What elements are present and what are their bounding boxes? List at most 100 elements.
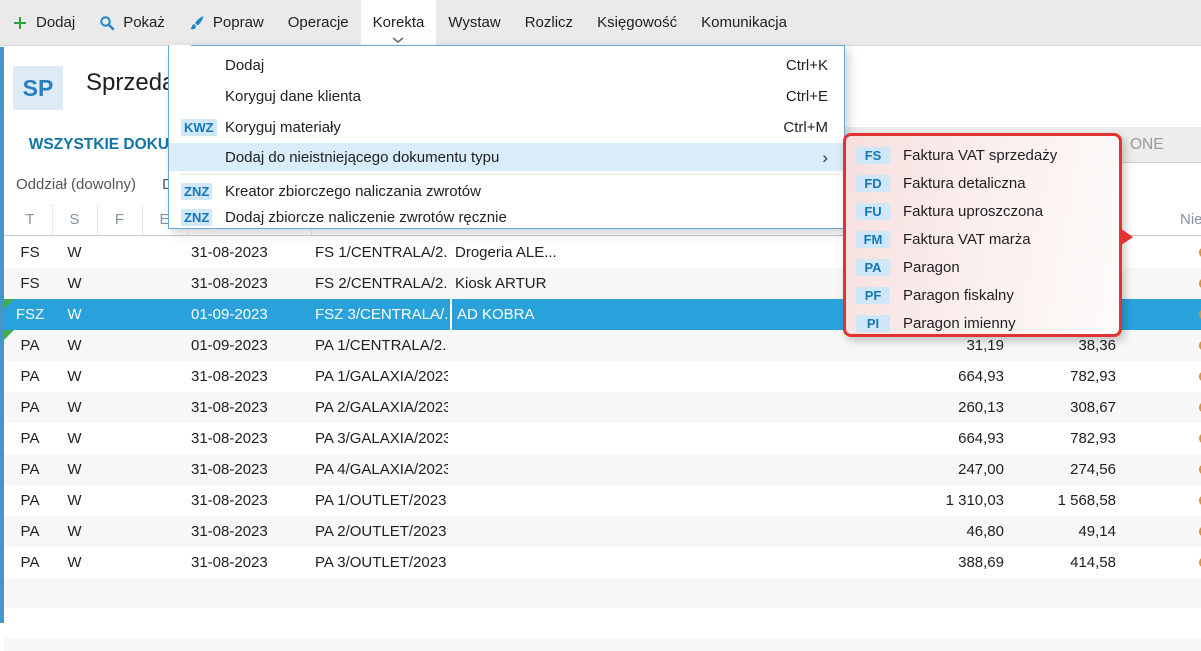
column-header-f[interactable]: F bbox=[97, 205, 143, 235]
cell-t: PA bbox=[20, 368, 40, 385]
cell-numer: PA 1/CENTRALA/2... bbox=[315, 337, 448, 354]
menubar-item-korekta[interactable]: Korekta bbox=[360, 0, 437, 45]
menu-item-koryguj-dane-klienta[interactable]: Koryguj dane klienta Ctrl+E bbox=[169, 81, 844, 112]
cell-numer: PA 4/GALAXIA/2023 bbox=[315, 461, 448, 478]
cell-date: 31-08-2023 bbox=[191, 399, 268, 416]
cell-t: FS bbox=[20, 275, 40, 292]
menubar-item-operacje[interactable]: Operacje bbox=[276, 0, 361, 45]
column-header-nie-partial[interactable]: Nie bbox=[1180, 205, 1201, 235]
document-type-badge: ZNZ bbox=[181, 208, 213, 226]
module-badge: SP bbox=[13, 66, 63, 110]
cell-t: PA bbox=[20, 461, 40, 478]
submenu-item-paragon[interactable]: PA Paragon bbox=[846, 253, 1119, 281]
empty-row-stripe bbox=[4, 638, 1201, 651]
menu-item-gutter: KWZ bbox=[181, 119, 225, 136]
submenu-item-paragon-imienny[interactable]: PI Paragon imienny bbox=[846, 309, 1119, 337]
menubar-item-popraw[interactable]: Popraw bbox=[177, 0, 276, 45]
cell-s: W bbox=[67, 554, 82, 571]
document-type-submenu: FS Faktura VAT sprzedaży FD Faktura detalic… bbox=[843, 133, 1133, 337]
cell-netto: 260,13 bbox=[958, 399, 1004, 416]
cell-kontrahent: Drogeria ALE... bbox=[455, 244, 557, 261]
menubar-item-ksi-gowo[interactable]: Księgowość bbox=[585, 0, 689, 45]
cell-date: 31-08-2023 bbox=[191, 554, 268, 571]
menubar-item-rozlicz[interactable]: Rozlicz bbox=[513, 0, 585, 45]
column-header-t[interactable]: T bbox=[8, 205, 53, 235]
document-type-badge: PF bbox=[856, 286, 890, 304]
menu-item-dodaj-do-nieistniej-cego-dokumentu-typu[interactable]: Dodaj do nieistniejącego dokumentu typu › bbox=[169, 143, 844, 171]
table-row[interactable]: PA W 31-08-2023 PA 3/OUTLET/2023 388,69 414,5… bbox=[4, 547, 1201, 578]
cell-date: 01-09-2023 bbox=[191, 337, 268, 354]
cell-numer: FS 1/CENTRALA/2... bbox=[315, 244, 448, 261]
cell-numer: PA 2/OUTLET/2023 bbox=[315, 523, 447, 540]
menubar-item-komunikacja[interactable]: Komunikacja bbox=[689, 0, 799, 45]
submenu-item-label: Paragon bbox=[903, 258, 960, 276]
menu-item-label: Dodaj zbiorcze naliczenie zwrotów ręczni… bbox=[225, 208, 507, 226]
cell-numer: PA 3/GALAXIA/2023 bbox=[315, 430, 448, 447]
submenu-item-faktura-uproszczona[interactable]: FU Faktura uproszczona bbox=[846, 197, 1119, 225]
submenu-item-faktura-vat-sprzeda-y[interactable]: FS Faktura VAT sprzedaży bbox=[846, 141, 1119, 169]
cell-s: W bbox=[67, 523, 82, 540]
table-row[interactable]: PA W 31-08-2023 PA 1/GALAXIA/2023 664,93 782,… bbox=[4, 361, 1201, 392]
menu-item-label: Kreator zbiorczego naliczania zwrotów bbox=[225, 182, 481, 200]
cell-s: W bbox=[67, 337, 82, 354]
table-row[interactable]: PA W 31-08-2023 PA 3/GALAXIA/2023 664,93 782,… bbox=[4, 423, 1201, 454]
submenu-item-label: Faktura VAT sprzedaży bbox=[903, 146, 1058, 164]
cell-numer: PA 2/GALAXIA/2023 bbox=[315, 399, 448, 416]
menubar: Dodaj Pokaż Popraw Operacje Korekta Wystaw Roz… bbox=[0, 0, 1201, 46]
menubar-item-poka[interactable]: Pokaż bbox=[87, 0, 177, 45]
cell-t: PA bbox=[20, 554, 40, 571]
document-type-badge: FU bbox=[856, 202, 890, 220]
submenu-item-paragon-fiskalny[interactable]: PF Paragon fiskalny bbox=[846, 281, 1119, 309]
cell-netto: 247,00 bbox=[958, 461, 1004, 478]
menu-item-dodaj-zbiorcze-naliczenie-zwrot-w-r-cznie[interactable]: ZNZ Dodaj zbiorcze naliczenie zwrotów ręc… bbox=[169, 204, 844, 230]
submenu-item-label: Paragon imienny bbox=[903, 314, 1016, 332]
cell-s: W bbox=[67, 306, 82, 323]
menu-item-label: Koryguj materiały bbox=[225, 119, 341, 136]
cell-s: W bbox=[67, 244, 82, 261]
cell-numer: PA 1/GALAXIA/2023 bbox=[315, 368, 448, 385]
menubar-item-wystaw[interactable]: Wystaw bbox=[436, 0, 512, 45]
cell-netto: 1 310,03 bbox=[945, 492, 1004, 509]
empty-row-stripe bbox=[4, 578, 1201, 608]
cell-s: W bbox=[67, 461, 82, 478]
menubar-item-label: Dodaj bbox=[36, 14, 76, 31]
menu-item-gutter: ZNZ bbox=[181, 208, 225, 226]
cell-brutto: 414,58 bbox=[1070, 554, 1116, 571]
brush-icon bbox=[189, 15, 205, 31]
menubar-item-label: Operacje bbox=[287, 14, 349, 31]
menu-item-dodaj[interactable]: Dodaj Ctrl+K bbox=[169, 50, 844, 81]
new-document-marker-icon bbox=[4, 330, 14, 340]
cell-date: 31-08-2023 bbox=[191, 368, 268, 385]
chevron-down-icon bbox=[392, 37, 404, 43]
cell-s: W bbox=[67, 399, 82, 416]
document-type-badge: PI bbox=[856, 314, 890, 332]
menu-item-koryguj-materia-y[interactable]: KWZ Koryguj materiały Ctrl+M bbox=[169, 112, 844, 143]
menubar-item-label: Wystaw bbox=[448, 14, 501, 31]
tab-fragment-right[interactable]: ONE bbox=[1130, 127, 1164, 162]
table-row[interactable]: PA W 31-08-2023 PA 2/GALAXIA/2023 260,13 308,… bbox=[4, 392, 1201, 423]
menu-item-kreator-zbiorczego-naliczania-zwrot-w[interactable]: ZNZ Kreator zbiorczego naliczania zwrotów bbox=[169, 178, 844, 204]
table-row[interactable]: PA W 31-08-2023 PA 2/OUTLET/2023 46,80 49,14 bbox=[4, 516, 1201, 547]
column-header-s[interactable]: S bbox=[52, 205, 98, 235]
cell-numer: FSZ 3/CENTRALA/... bbox=[315, 306, 448, 323]
menubar-item-label: Rozlicz bbox=[524, 14, 574, 31]
cell-s: W bbox=[67, 368, 82, 385]
cell-date: 31-08-2023 bbox=[191, 492, 268, 509]
cell-numer: PA 3/OUTLET/2023 bbox=[315, 554, 447, 571]
search-icon bbox=[99, 15, 115, 31]
table-row[interactable]: PA W 31-08-2023 PA 1/OUTLET/2023 1 310,03 1 5… bbox=[4, 485, 1201, 516]
submenu-item-label: Faktura uproszczona bbox=[903, 202, 1044, 220]
cell-brutto: 308,67 bbox=[1070, 399, 1116, 416]
submenu-item-faktura-vat-mar-a[interactable]: FM Faktura VAT marża bbox=[846, 225, 1119, 253]
cell-t: PA bbox=[20, 492, 40, 509]
menubar-item-dodaj[interactable]: Dodaj bbox=[0, 0, 87, 45]
filter-oddzial[interactable]: Oddział (dowolny) bbox=[16, 176, 136, 193]
cell-numer: FS 2/CENTRALA/2... bbox=[315, 275, 448, 292]
submenu-item-label: Faktura detaliczna bbox=[903, 174, 1026, 192]
table-row[interactable]: PA W 31-08-2023 PA 4/GALAXIA/2023 247,00 274,… bbox=[4, 454, 1201, 485]
cell-s: W bbox=[67, 275, 82, 292]
cell-date: 31-08-2023 bbox=[191, 275, 268, 292]
document-type-badge: FS bbox=[856, 146, 890, 164]
cell-netto: 46,80 bbox=[966, 523, 1004, 540]
submenu-item-faktura-detaliczna[interactable]: FD Faktura detaliczna bbox=[846, 169, 1119, 197]
